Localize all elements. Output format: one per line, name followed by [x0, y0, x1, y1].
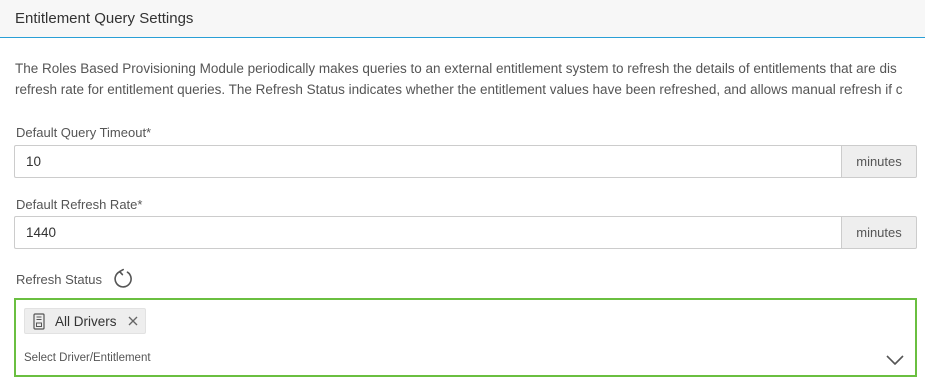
- refresh-rate-label: Default Refresh Rate*: [16, 197, 143, 212]
- query-timeout-group: minutes: [14, 145, 917, 178]
- query-timeout-label: Default Query Timeout*: [16, 125, 152, 140]
- description-line-1: The Roles Based Provisioning Module peri…: [15, 61, 897, 76]
- refresh-icon[interactable]: [112, 268, 134, 290]
- chevron-down-icon[interactable]: [886, 354, 904, 366]
- panel-title: Entitlement Query Settings: [15, 10, 194, 27]
- refresh-rate-input[interactable]: [14, 216, 841, 249]
- panel-header: Entitlement Query Settings: [0, 0, 925, 38]
- query-timeout-input[interactable]: [14, 145, 841, 178]
- driver-icon: [33, 312, 45, 330]
- description: The Roles Based Provisioning Module peri…: [15, 58, 925, 100]
- refresh-status-label: Refresh Status: [16, 272, 102, 287]
- description-line-2: refresh rate for entitlement queries. Th…: [15, 82, 903, 97]
- close-icon[interactable]: [127, 315, 139, 327]
- chip-label: All Drivers: [55, 313, 117, 329]
- select-placeholder[interactable]: Select Driver/Entitlement: [24, 352, 151, 364]
- query-timeout-unit: minutes: [841, 145, 917, 178]
- chip-all-drivers: All Drivers: [24, 308, 146, 334]
- refresh-rate-group: minutes: [14, 216, 917, 249]
- refresh-rate-unit: minutes: [841, 216, 917, 249]
- driver-entitlement-select[interactable]: All Drivers Select Driver/Entitlement: [14, 298, 917, 377]
